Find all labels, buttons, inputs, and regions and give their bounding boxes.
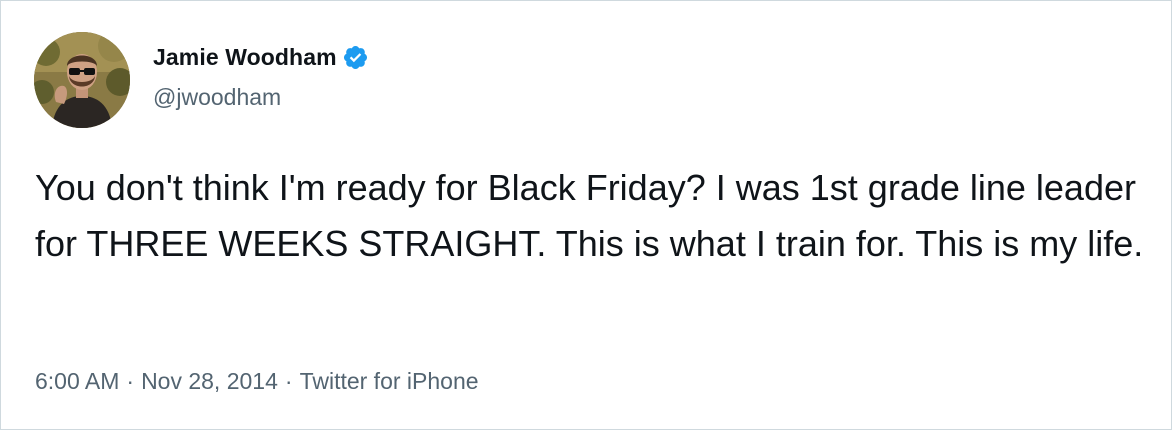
meta-separator: · [284,368,293,394]
author-display-name[interactable]: Jamie Woodham [153,44,337,71]
avatar[interactable] [34,32,130,128]
tweet-card: Jamie Woodham @jwoodham You don't think … [0,0,1172,430]
verified-badge-icon [342,44,369,71]
tweet-date[interactable]: Nov 28, 2014 [141,367,278,395]
meta-separator: · [126,368,135,394]
tweet-time[interactable]: 6:00 AM [35,367,119,395]
name-row: Jamie Woodham [153,39,369,75]
tweet-text: You don't think I'm ready for Black Frid… [35,167,1144,264]
tweet-meta: 6:00 AM · Nov 28, 2014 · Twitter for iPh… [35,367,479,395]
author-handle[interactable]: @jwoodham [153,83,369,111]
author-block: Jamie Woodham @jwoodham [153,39,369,111]
avatar-photo-icon [34,32,130,128]
tweet-source[interactable]: Twitter for iPhone [300,367,479,395]
